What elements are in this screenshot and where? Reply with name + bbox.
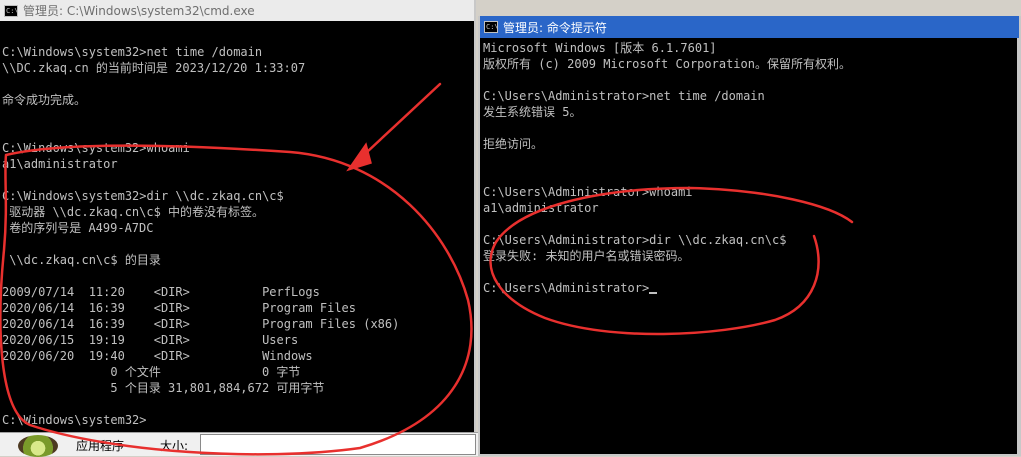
console-line: 0 个文件 0 字节 [2,365,301,379]
console-line: C:\Users\Administrator>dir \\dc.zkaq.cn\… [483,233,787,247]
console-line: 2020/06/14 16:39 <DIR> Program Files [2,301,357,315]
right-console-output[interactable]: Microsoft Windows [版本 6.1.7601] 版权所有 (c) … [483,40,1019,454]
console-line: 登录失败: 未知的用户名或错误密码。 [483,249,690,263]
left-window-title: 管理员: C:\Windows\system32\cmd.exe [23,4,255,18]
console-line: C:\Users\Administrator>net time /domain [483,89,765,103]
left-console-output[interactable]: C:\Windows\system32>net time /domain \\DC… [2,44,474,432]
console-line: 2020/06/15 19:19 <DIR> Users [2,333,299,347]
right-window-titlebar[interactable]: C:\ 管理员: 命令提示符 [480,16,1019,38]
cmd-window-left[interactable]: C:\ 管理员: C:\Windows\system32\cmd.exe C:\… [0,0,476,432]
bottom-panel: 应用程序 大小: [0,432,478,457]
console-line: 2020/06/20 19:40 <DIR> Windows [2,349,313,363]
console-line: \\DC.zkaq.cn 的当前时间是 2023/12/20 1:33:07 [2,61,306,75]
console-line: a1\administrator [483,201,599,215]
console-line: C:\Windows\system32>whoami [2,141,190,155]
console-line: a1\administrator [2,157,118,171]
right-window-title: 管理员: 命令提示符 [503,20,607,35]
console-line: C:\Windows\system32> [2,413,147,427]
console-line: Microsoft Windows [版本 6.1.7601] [483,41,717,55]
console-line: C:\Windows\system32>net time /domain [2,45,263,59]
console-line: 5 个目录 31,801,884,672 可用字节 [2,381,325,395]
console-line: 发生系统错误 5。 [483,105,582,119]
kiwi-icon [18,435,58,457]
console-line: 版权所有 (c) 2009 Microsoft Corporation。保留所有… [483,57,851,71]
app-label: 应用程序 [76,439,125,453]
size-label: 大小: [160,439,189,453]
size-field[interactable] [200,434,476,455]
console-line: \\dc.zkaq.cn\c$ 的目录 [2,253,161,267]
console-line: 命令成功完成。 [2,93,87,107]
console-line: 卷的序列号是 A499-A7DC [2,221,154,235]
console-line: 拒绝访问。 [483,137,544,151]
cmd-window-right[interactable]: C:\ 管理员: 命令提示符 Microsoft Windows [版本 6.1… [478,16,1021,456]
cmd-icon: C:\ [484,21,499,33]
console-line: C:\Users\Administrator>whoami [483,185,693,199]
cmd-icon: C:\ [4,4,19,17]
scrollbar[interactable] [1017,38,1019,454]
console-line: 2009/07/14 11:20 <DIR> PerfLogs [2,285,320,299]
left-window-titlebar[interactable]: C:\ 管理员: C:\Windows\system32\cmd.exe [0,0,474,21]
text-cursor [649,292,658,294]
console-line: 2020/06/14 16:39 <DIR> Program Files (x8… [2,317,400,331]
console-line: C:\Windows\system32>dir \\dc.zkaq.cn\c$ [2,189,284,203]
console-line: C:\Users\Administrator> [483,280,1019,296]
console-line: 驱动器 \\dc.zkaq.cn\c$ 中的卷没有标签。 [2,205,265,219]
